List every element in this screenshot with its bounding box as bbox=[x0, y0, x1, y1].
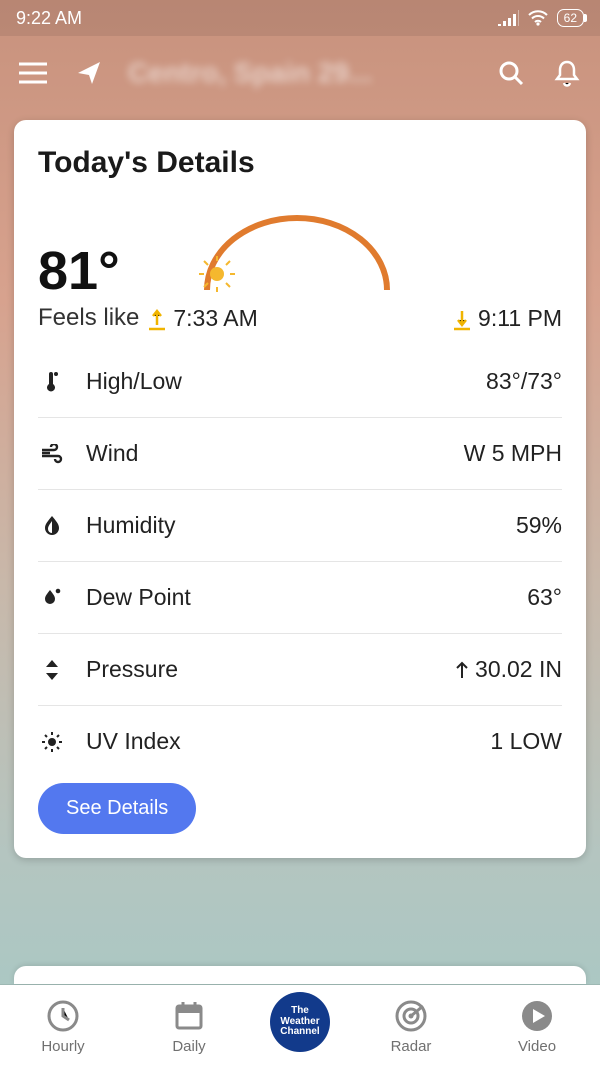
nav-radar[interactable]: Radar bbox=[366, 998, 456, 1055]
value: 1 LOW bbox=[490, 728, 562, 755]
calendar-icon bbox=[171, 998, 207, 1034]
uv-icon bbox=[38, 731, 66, 753]
nav-hourly[interactable]: Hourly bbox=[18, 998, 108, 1055]
row-uv: UV Index 1 LOW bbox=[38, 706, 562, 777]
search-button[interactable] bbox=[494, 56, 528, 90]
sunrise: 7:33 AM bbox=[147, 305, 257, 332]
nav-label: Video bbox=[518, 1038, 556, 1055]
feels-temp: 81° bbox=[38, 244, 139, 298]
nav-label: Radar bbox=[391, 1038, 432, 1055]
row-wind: Wind W 5 MPH bbox=[38, 418, 562, 490]
radar-icon bbox=[393, 998, 429, 1034]
value: 83°/73° bbox=[486, 368, 562, 395]
clock-icon bbox=[45, 998, 81, 1034]
label: Pressure bbox=[86, 656, 435, 683]
sunset-icon bbox=[452, 307, 472, 331]
bell-icon bbox=[554, 59, 580, 87]
arrow-up-icon bbox=[455, 661, 469, 679]
nav-label: Daily bbox=[172, 1038, 205, 1055]
sun-arc-block: 7:33 AM 9:11 PM bbox=[147, 222, 562, 332]
sunset: 9:11 PM bbox=[452, 305, 562, 332]
wind-icon bbox=[38, 444, 66, 464]
bottom-nav: Hourly Daily The Weather Channel Radar V… bbox=[0, 985, 600, 1067]
pressure-icon bbox=[38, 659, 66, 681]
alerts-button[interactable] bbox=[550, 56, 584, 90]
label: Humidity bbox=[86, 512, 496, 539]
row-humidity: Humidity 59% bbox=[38, 490, 562, 562]
signal-icon bbox=[497, 10, 519, 26]
row-dew: Dew Point 63° bbox=[38, 562, 562, 634]
humidity-icon bbox=[38, 515, 66, 537]
feels-label: Feels like bbox=[38, 304, 139, 332]
status-right: 62 bbox=[497, 9, 584, 27]
card-title: Today's Details bbox=[38, 146, 562, 180]
value: W 5 MPH bbox=[464, 440, 562, 467]
sunrise-time: 7:33 AM bbox=[173, 305, 257, 332]
status-time: 9:22 AM bbox=[16, 8, 82, 29]
location-title[interactable]: Centro, Spain 29... bbox=[128, 55, 472, 91]
value: 63° bbox=[527, 584, 562, 611]
see-details-button[interactable]: See Details bbox=[38, 783, 196, 834]
details-card: Today's Details 81° Feels like 7:33 AM bbox=[14, 120, 586, 858]
feels-like-row: 81° Feels like 7:33 AM bbox=[38, 222, 562, 332]
wifi-icon bbox=[527, 10, 549, 26]
hamburger-icon bbox=[19, 62, 47, 84]
label: Dew Point bbox=[86, 584, 507, 611]
status-bar: 9:22 AM 62 bbox=[0, 0, 600, 36]
search-icon bbox=[497, 59, 525, 87]
nav-home-label: The Weather Channel bbox=[280, 1006, 319, 1038]
locate-button[interactable] bbox=[72, 56, 106, 90]
nav-home[interactable]: The Weather Channel bbox=[270, 992, 330, 1052]
label: High/Low bbox=[86, 368, 466, 395]
play-icon bbox=[519, 998, 555, 1034]
next-card-peek[interactable] bbox=[14, 966, 586, 984]
value: 30.02 IN bbox=[455, 656, 562, 683]
dewpoint-icon bbox=[38, 587, 66, 609]
sunset-time: 9:11 PM bbox=[478, 305, 562, 332]
label: Wind bbox=[86, 440, 444, 467]
app-bar: Centro, Spain 29... bbox=[0, 36, 600, 110]
location-arrow-icon bbox=[76, 60, 102, 86]
sun-arc-icon bbox=[187, 212, 407, 302]
menu-button[interactable] bbox=[16, 56, 50, 90]
sunrise-icon bbox=[147, 307, 167, 331]
nav-label: Hourly bbox=[41, 1038, 84, 1055]
nav-daily[interactable]: Daily bbox=[144, 998, 234, 1055]
label: UV Index bbox=[86, 728, 470, 755]
nav-video[interactable]: Video bbox=[492, 998, 582, 1055]
detail-rows: High/Low 83°/73° Wind W 5 MPH Humidity 5… bbox=[38, 346, 562, 777]
row-highlow: High/Low 83°/73° bbox=[38, 346, 562, 418]
row-pressure: Pressure 30.02 IN bbox=[38, 634, 562, 706]
value: 59% bbox=[516, 512, 562, 539]
thermometer-icon bbox=[38, 370, 66, 394]
battery-icon: 62 bbox=[557, 9, 584, 27]
